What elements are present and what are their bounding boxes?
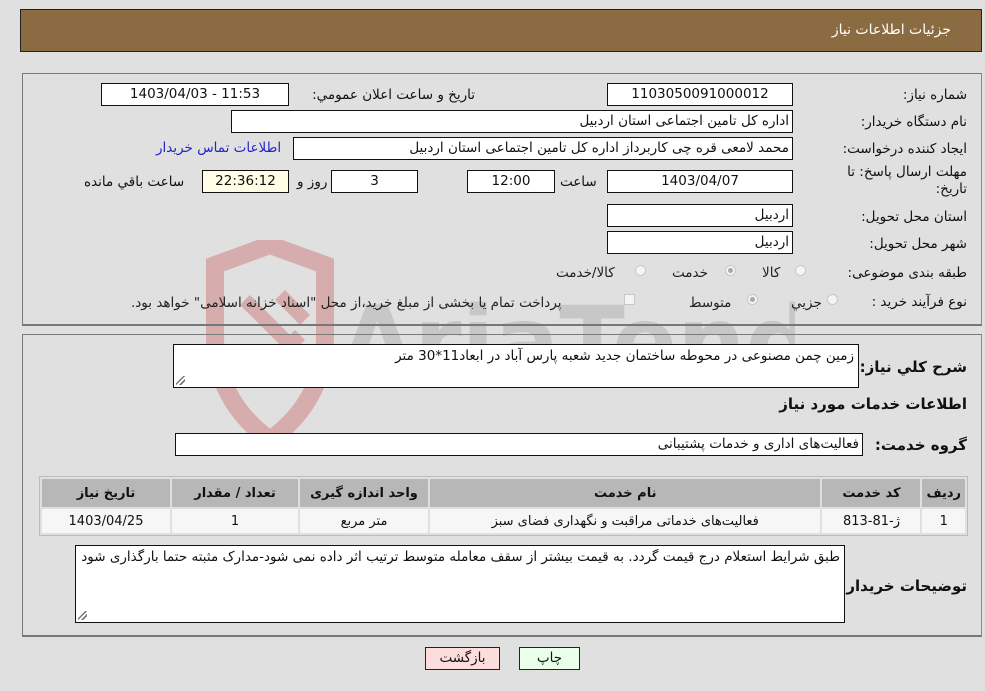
process-option-minor: جزيي (791, 295, 822, 311)
delivery-province-field: اردبیل (607, 204, 793, 227)
cell-quantity: 1 (172, 509, 298, 533)
buyer-notes-label: توضیحات خریدار: (840, 577, 967, 595)
need-number-label: شماره نیاز: (902, 87, 967, 103)
treasury-bonds-label: پرداخت تمام یا بخشی از مبلغ خرید،از محل … (131, 295, 562, 311)
services-section-title: اطلاعات خدمات مورد نیاز (779, 395, 967, 413)
announce-datetime-label: تاریخ و ساعت اعلان عمومي: (312, 87, 475, 103)
services-table: ردیف کد خدمت نام خدمت واحد اندازه گیری ت… (39, 476, 968, 536)
buyer-contact-link[interactable]: اطلاعات تماس خریدار (156, 140, 281, 156)
cell-need-date: 1403/04/25 (42, 509, 170, 533)
back-button[interactable]: بازگشت (425, 647, 500, 670)
category-radio-goods[interactable] (795, 265, 806, 276)
col-quantity: تعداد / مقدار (172, 479, 298, 507)
treasury-bonds-checkbox[interactable] (624, 294, 635, 305)
delivery-province-label: استان محل تحویل: (861, 209, 967, 225)
deadline-label: مهلت ارسال پاسخ: تا تاریخ: (847, 164, 967, 197)
col-service-name: نام خدمت (430, 479, 821, 507)
print-button[interactable]: چاپ (519, 647, 580, 670)
service-group-field: فعالیت‌های اداری و خدمات پشتیبانی (175, 433, 863, 456)
category-option-goods-service: کالا/خدمت (556, 265, 615, 281)
cell-unit: متر مربع (300, 509, 428, 533)
description-text: زمین چمن مصنوعی در محوطه ساختمان جدید شع… (395, 348, 854, 364)
deadline-date-field: 1403/04/07 (607, 170, 793, 193)
delivery-city-label: شهر محل تحویل: (869, 236, 967, 252)
requester-field: محمد لامعی قره چی کاربرداز اداره کل تامی… (293, 137, 793, 160)
purchase-process-label: نوع فرآیند خرید : (871, 294, 967, 310)
need-number-field: 1103050091000012 (607, 83, 793, 106)
deadline-time-label: ساعت (560, 174, 597, 190)
description-label: شرح کلي نیاز: (859, 358, 967, 376)
cell-row-number: 1 (922, 509, 965, 533)
col-unit: واحد اندازه گیری (300, 479, 428, 507)
process-option-medium: متوسط (689, 295, 732, 311)
category-radio-goods-service[interactable] (635, 265, 646, 276)
table-row: 1 ژ-81-813 فعالیت‌های خدماتی مراقبت و نگ… (42, 509, 965, 533)
remaining-days-label: روز و (297, 174, 328, 190)
process-radio-minor[interactable] (827, 294, 838, 305)
resize-grip-icon[interactable] (78, 611, 87, 620)
remaining-time-label: ساعت باقي مانده (84, 174, 185, 190)
delivery-city-field: اردبیل (607, 231, 793, 254)
description-textarea[interactable]: زمین چمن مصنوعی در محوطه ساختمان جدید شع… (173, 344, 859, 388)
buyer-org-field: اداره کل تامین اجتماعی استان اردبیل (231, 110, 793, 133)
page-title: جزئیات اطلاعات نیاز (831, 22, 951, 38)
buyer-notes-textarea[interactable]: طبق شرایط استعلام درج قیمت گردد. به قیمت… (75, 545, 845, 623)
deadline-time-field: 12:00 (467, 170, 555, 193)
col-row-number: ردیف (922, 479, 965, 507)
cell-service-code: ژ-81-813 (822, 509, 921, 533)
col-need-date: تاریخ نیاز (42, 479, 170, 507)
page-header: جزئیات اطلاعات نیاز (20, 9, 982, 52)
remaining-time-field: 22:36:12 (202, 170, 289, 193)
category-option-goods: کالا (762, 265, 781, 281)
requester-label: ایجاد کننده درخواست: (842, 141, 967, 157)
remaining-days-field: 3 (331, 170, 418, 193)
process-radio-medium[interactable] (747, 294, 758, 305)
table-header-row: ردیف کد خدمت نام خدمت واحد اندازه گیری ت… (42, 479, 965, 507)
category-option-service: خدمت (672, 265, 708, 281)
col-service-code: کد خدمت (822, 479, 921, 507)
category-radio-service[interactable] (725, 265, 736, 276)
resize-grip-icon[interactable] (176, 376, 185, 385)
buyer-notes-text: طبق شرایط استعلام درج قیمت گردد. به قیمت… (81, 549, 840, 565)
cell-service-name: فعالیت‌های خدماتی مراقبت و نگهداری فضای … (430, 509, 821, 533)
category-label: طبقه بندی موضوعی: (847, 265, 967, 281)
service-group-label: گروه خدمت: (874, 436, 967, 454)
announce-datetime-field: 1403/04/03 - 11:53 (101, 83, 289, 106)
buyer-org-label: نام دستگاه خریدار: (860, 114, 967, 130)
